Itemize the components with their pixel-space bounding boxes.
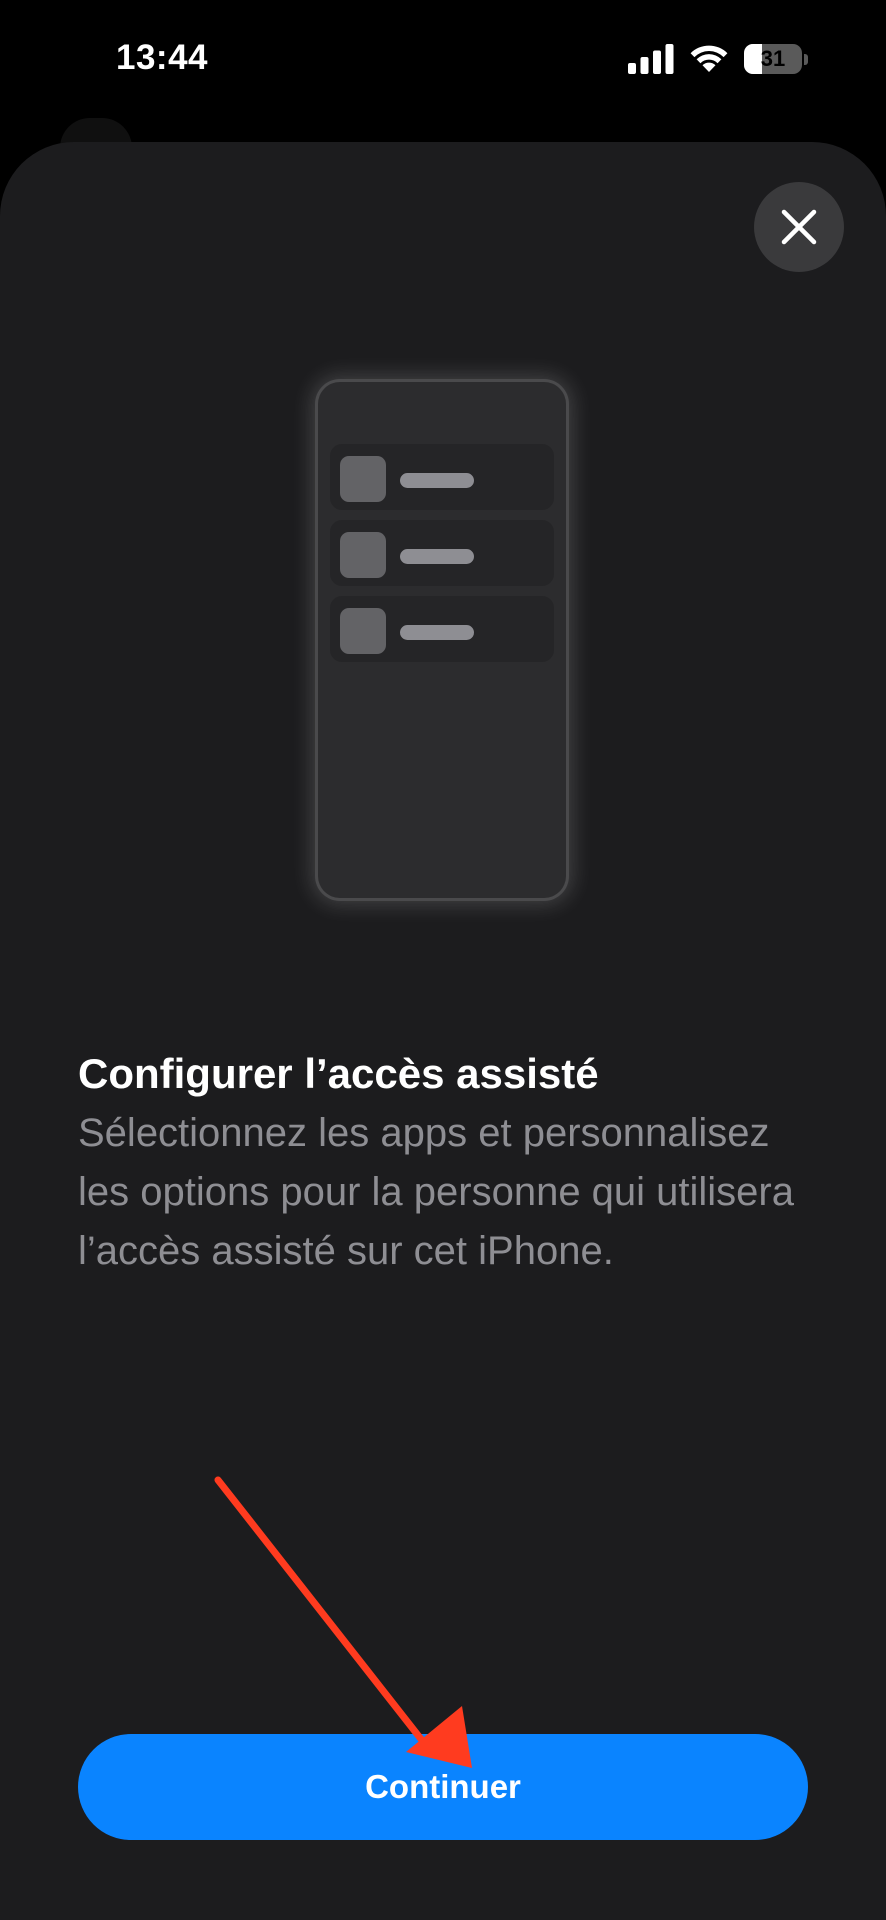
label-placeholder xyxy=(400,549,474,564)
close-button[interactable] xyxy=(754,182,844,272)
illustration-row xyxy=(330,444,554,510)
screen: 13:44 31 Configurer l’accès assisté Séle… xyxy=(0,0,886,1920)
battery-body: 31 xyxy=(744,44,802,74)
status-bar: 13:44 31 xyxy=(0,0,886,120)
battery-icon: 31 xyxy=(744,44,808,74)
assistive-access-illustration xyxy=(318,382,566,898)
page-description: Sélectionnez les apps et personnalisez l… xyxy=(78,1111,794,1273)
cellular-signal-icon xyxy=(628,44,674,74)
app-icon-placeholder xyxy=(340,608,386,654)
app-icon-placeholder xyxy=(340,456,386,502)
status-time: 13:44 xyxy=(116,38,209,77)
wifi-icon xyxy=(690,45,728,72)
illustration-row xyxy=(330,520,554,586)
battery-tip xyxy=(804,54,808,65)
app-icon-placeholder xyxy=(340,532,386,578)
label-placeholder xyxy=(400,625,474,640)
close-icon xyxy=(781,209,817,245)
battery-level: 31 xyxy=(760,46,786,71)
continue-button[interactable]: Continuer xyxy=(78,1734,808,1840)
page-title: Configurer l’accès assisté xyxy=(78,1050,599,1097)
label-placeholder xyxy=(400,473,474,488)
illustration-row xyxy=(330,596,554,662)
